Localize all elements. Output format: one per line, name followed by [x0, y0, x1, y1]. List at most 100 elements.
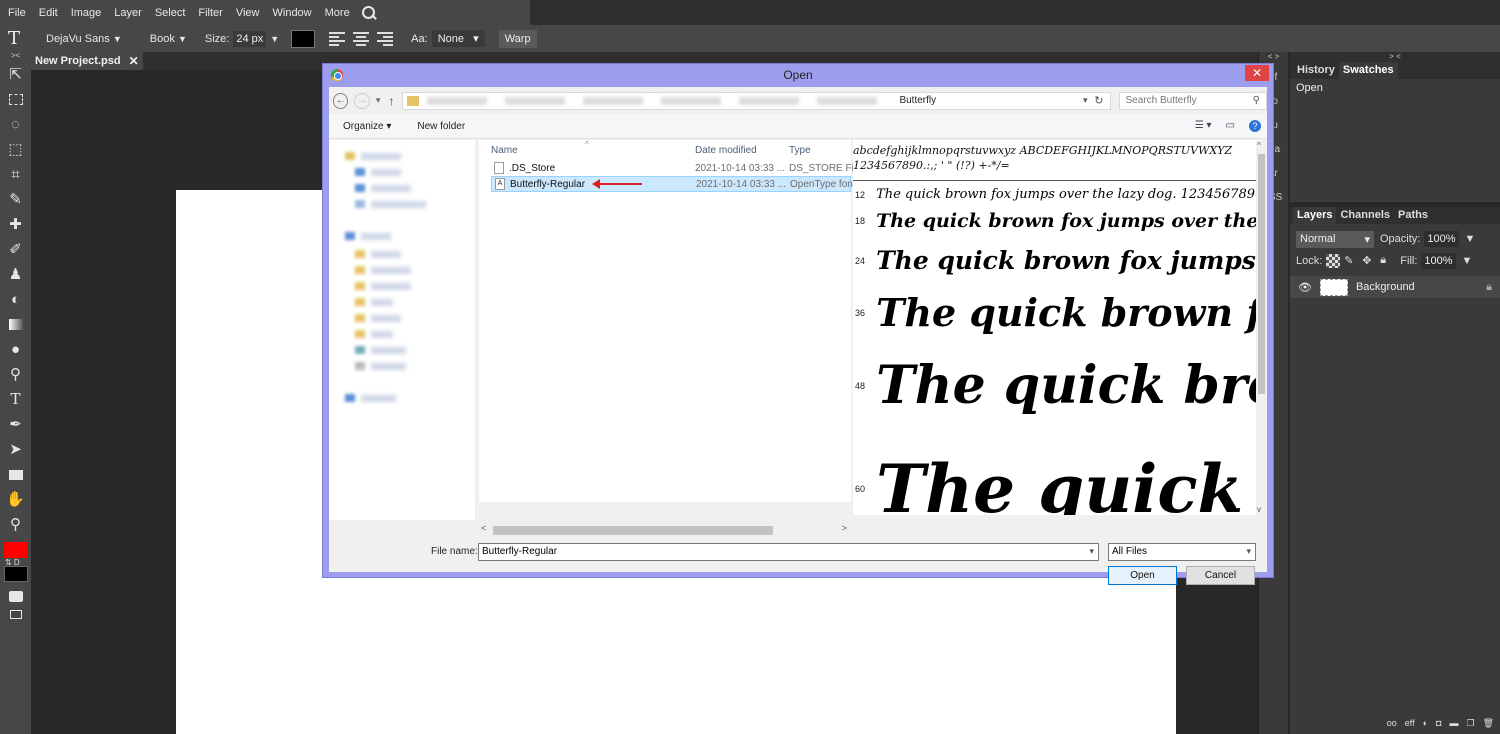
background-color-swatch[interactable]	[4, 566, 28, 582]
zoom-tool[interactable]: ⚲	[0, 512, 31, 537]
address-bar[interactable]: Butterfly ▾ ↻	[402, 91, 1111, 110]
menu-view[interactable]: View	[232, 7, 264, 19]
pen-tool[interactable]: ✒	[0, 412, 31, 437]
move-tool[interactable]: ⇱	[0, 62, 31, 87]
fill-dropdown-icon[interactable]: ▼	[1462, 255, 1473, 267]
organize-menu[interactable]: Organize ▾	[343, 121, 391, 132]
link-icon[interactable]: oo	[1387, 718, 1397, 728]
menu-more[interactable]: More	[321, 7, 354, 19]
nav-item[interactable]	[371, 363, 406, 370]
lock-transparency-icon[interactable]	[1326, 254, 1341, 268]
tab-history[interactable]: History	[1293, 62, 1339, 79]
menu-edit[interactable]: Edit	[35, 7, 62, 19]
nav-item[interactable]	[371, 299, 393, 306]
scrollbar-thumb[interactable]	[1258, 154, 1265, 394]
gradient-tool[interactable]	[0, 312, 31, 337]
menu-layer[interactable]: Layer	[110, 7, 146, 19]
lock-brush-icon[interactable]: ✎	[1344, 254, 1358, 268]
preview-pane-icon[interactable]: ▭	[1226, 120, 1235, 132]
crop-tool[interactable]: ⌗	[0, 162, 31, 187]
fill-input[interactable]: 100%	[1421, 253, 1456, 269]
adjustment-icon[interactable]: ◐	[1423, 718, 1428, 728]
search-icon[interactable]	[361, 5, 377, 21]
marquee-tool[interactable]	[0, 87, 31, 112]
column-name[interactable]: Name	[491, 145, 518, 156]
quick-select-tool[interactable]: ⬚	[0, 137, 31, 162]
nav-item[interactable]	[361, 153, 401, 160]
effects-button[interactable]: eff	[1405, 718, 1415, 728]
scroll-down-icon[interactable]: v	[1257, 505, 1261, 514]
chevron-down-icon[interactable]: ▾	[1246, 546, 1251, 557]
brush-tool[interactable]: ✐	[0, 237, 31, 262]
tab-channels[interactable]: Channels	[1336, 207, 1394, 224]
menu-image[interactable]: Image	[67, 7, 106, 19]
navigation-pane[interactable]	[329, 140, 475, 520]
opacity-input[interactable]: 100%	[1424, 231, 1459, 247]
font-size-input[interactable]: 24 px	[233, 30, 267, 47]
filename-input[interactable]: Butterfly-Regular ▾	[478, 543, 1099, 561]
nav-item[interactable]	[371, 315, 401, 322]
search-input[interactable]: Search Butterfly ⚲	[1118, 91, 1267, 110]
scroll-left-icon[interactable]: <	[481, 523, 486, 533]
tab-layers[interactable]: Layers	[1293, 207, 1337, 224]
tab-new-project[interactable]: New Project.psd ✕	[31, 52, 143, 70]
cancel-button[interactable]: Cancel	[1186, 566, 1255, 585]
path-select-tool[interactable]: ➤	[0, 437, 31, 462]
vertical-scrollbar[interactable]: ^ v	[1256, 140, 1267, 515]
opacity-dropdown-icon[interactable]: ▼	[1465, 233, 1476, 245]
font-family-dropdown[interactable]: DejaVu Sans ▼	[46, 33, 122, 45]
font-size-dropdown-icon[interactable]: ▼	[270, 33, 279, 45]
warp-button[interactable]: Warp	[498, 29, 537, 48]
nav-item[interactable]	[371, 283, 411, 290]
visibility-icon[interactable]: 👁︎	[1298, 281, 1312, 294]
help-icon[interactable]: ?	[1249, 120, 1261, 132]
antialias-dropdown[interactable]: None ▾	[431, 30, 485, 47]
nav-item[interactable]	[371, 267, 411, 274]
nav-item[interactable]	[371, 251, 401, 258]
align-left-icon[interactable]	[329, 31, 346, 46]
nav-item[interactable]	[371, 201, 426, 208]
text-color-swatch[interactable]	[291, 29, 316, 48]
current-folder[interactable]: Butterfly	[899, 95, 936, 106]
align-center-icon[interactable]	[353, 31, 370, 46]
nav-item[interactable]	[371, 331, 393, 338]
hand-tool[interactable]: ✋	[0, 487, 31, 512]
open-button[interactable]: Open	[1108, 566, 1177, 585]
history-item[interactable]: Open	[1290, 79, 1500, 97]
lock-all-icon[interactable]: 🔒︎	[1380, 254, 1394, 268]
mask-icon[interactable]: ◘	[1436, 718, 1441, 728]
scroll-up-icon[interactable]: ^	[1257, 141, 1261, 150]
scroll-right-icon[interactable]: >	[842, 523, 847, 533]
eyedropper-tool[interactable]: ✎	[0, 187, 31, 212]
menu-filter[interactable]: Filter	[194, 7, 226, 19]
file-row-selected[interactable]: A Butterfly-Regular 2021-10-14 03:33 ...…	[491, 176, 856, 192]
recent-dropdown-icon[interactable]: ▾	[376, 95, 381, 106]
stamp-tool[interactable]: ♟	[0, 262, 31, 287]
shape-tool[interactable]	[0, 462, 31, 487]
refresh-icon[interactable]: ↻	[1094, 94, 1103, 107]
menu-window[interactable]: Window	[269, 7, 316, 19]
screen-mode-tool[interactable]	[0, 602, 31, 627]
new-folder-button[interactable]: New folder	[417, 121, 465, 132]
dodge-tool[interactable]: ⚲	[0, 362, 31, 387]
close-icon[interactable]: ✕	[129, 54, 139, 68]
lock-move-icon[interactable]: ✥	[1362, 254, 1376, 268]
align-right-icon[interactable]	[377, 31, 394, 46]
collapse-icon[interactable]: ><	[0, 52, 31, 62]
up-button[interactable]: ↑	[388, 94, 394, 108]
font-weight-dropdown[interactable]: Book ▼	[150, 33, 187, 45]
new-layer-icon[interactable]: ❐	[1466, 718, 1474, 729]
nav-item[interactable]	[371, 169, 401, 176]
blur-tool[interactable]: ●	[0, 337, 31, 362]
tab-swatches[interactable]: Swatches	[1338, 62, 1398, 79]
column-type[interactable]: Type	[789, 145, 811, 156]
chevron-down-icon[interactable]: ▾	[1083, 95, 1088, 106]
eraser-tool[interactable]: ◐	[0, 287, 31, 312]
scrollbar-thumb[interactable]	[493, 526, 773, 535]
file-row[interactable]: .DS_Store 2021-10-14 03:33 ... DS_STORE …	[479, 160, 862, 176]
collapse-icon[interactable]: > <	[1290, 52, 1500, 62]
nav-item[interactable]	[361, 233, 391, 240]
type-tool[interactable]: T	[0, 387, 31, 412]
filetype-select[interactable]: All Files ▾	[1108, 543, 1256, 561]
folder-icon[interactable]: ▬	[1449, 718, 1458, 728]
